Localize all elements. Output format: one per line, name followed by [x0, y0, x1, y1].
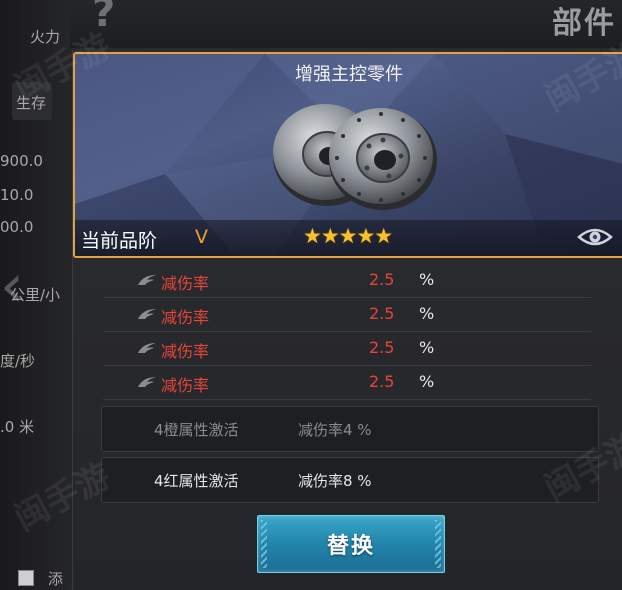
- attribute-unit: %: [419, 270, 435, 289]
- set-bonus-name: 4红属性激活: [154, 472, 239, 490]
- grade-bar: 当前品阶 V ★★★★★: [75, 220, 622, 256]
- page-title: 部件: [552, 6, 616, 41]
- grade-value: V: [195, 226, 208, 248]
- set-bonus-red: 4红属性激活 减伤率8 %: [101, 457, 599, 503]
- brake-disc-icon: [273, 104, 437, 210]
- attribute-value: 2.5: [369, 304, 395, 323]
- set-bonus-effect: 减伤率4 %: [298, 421, 372, 439]
- attribute-name: 减伤率: [161, 376, 210, 395]
- wing-icon: [138, 377, 156, 387]
- background-checkbox[interactable]: [18, 570, 34, 586]
- attribute-value: 2.5: [369, 372, 395, 391]
- replace-button[interactable]: 替换: [257, 515, 445, 573]
- button-edge-decoration: [261, 520, 267, 568]
- attribute-row: 减伤率 2.5%: [103, 332, 591, 366]
- attribute-unit: %: [419, 304, 435, 323]
- attribute-name: 减伤率: [161, 308, 210, 327]
- side-stat-unit: 度/秒: [0, 352, 36, 370]
- star-rating: ★★★★★: [303, 224, 393, 248]
- attribute-name: 减伤率: [161, 274, 210, 293]
- side-stat-unit: .0 米: [0, 418, 35, 436]
- side-label: 添: [48, 570, 64, 588]
- set-bonus-name: 4橙属性激活: [154, 421, 239, 439]
- attribute-row: 减伤率 2.5%: [103, 298, 591, 332]
- set-bonus-effect: 减伤率8 %: [298, 472, 372, 490]
- background-top-bar: [70, 0, 622, 48]
- side-stat-value: 900.0: [0, 152, 43, 170]
- button-edge-decoration: [435, 520, 441, 568]
- game-screen: ? 部件 火力 生存 900.0 10.0 00.0 ‹ 公里/小 度/秒 .0…: [0, 0, 622, 590]
- attribute-row: 减伤率 2.5%: [103, 264, 591, 298]
- part-detail-panel: 增强主控零件 当前品阶 V ★★★★★ 减伤率 2.5 % 减伤率 2.5 % …: [72, 50, 622, 590]
- wing-icon: [138, 275, 156, 285]
- attribute-value: 2.5: [369, 338, 395, 357]
- attribute-name: 减伤率: [161, 342, 210, 361]
- attribute-unit: %: [419, 338, 435, 357]
- wing-icon: [138, 343, 156, 353]
- attribute-row: 减伤率 2.5%: [103, 366, 591, 400]
- side-stat-value: 10.0: [0, 186, 34, 204]
- side-stat-value: 00.0: [0, 218, 34, 236]
- eye-icon[interactable]: [577, 225, 613, 249]
- replace-button-label: 替换: [326, 534, 375, 559]
- attribute-value: 2.5: [369, 270, 395, 289]
- attribute-unit: %: [419, 372, 435, 391]
- set-bonus-orange: 4橙属性激活 减伤率4 %: [101, 406, 599, 452]
- side-stat-unit: 公里/小: [10, 286, 61, 304]
- wing-icon: [138, 309, 156, 319]
- grade-label: 当前品阶: [81, 230, 158, 252]
